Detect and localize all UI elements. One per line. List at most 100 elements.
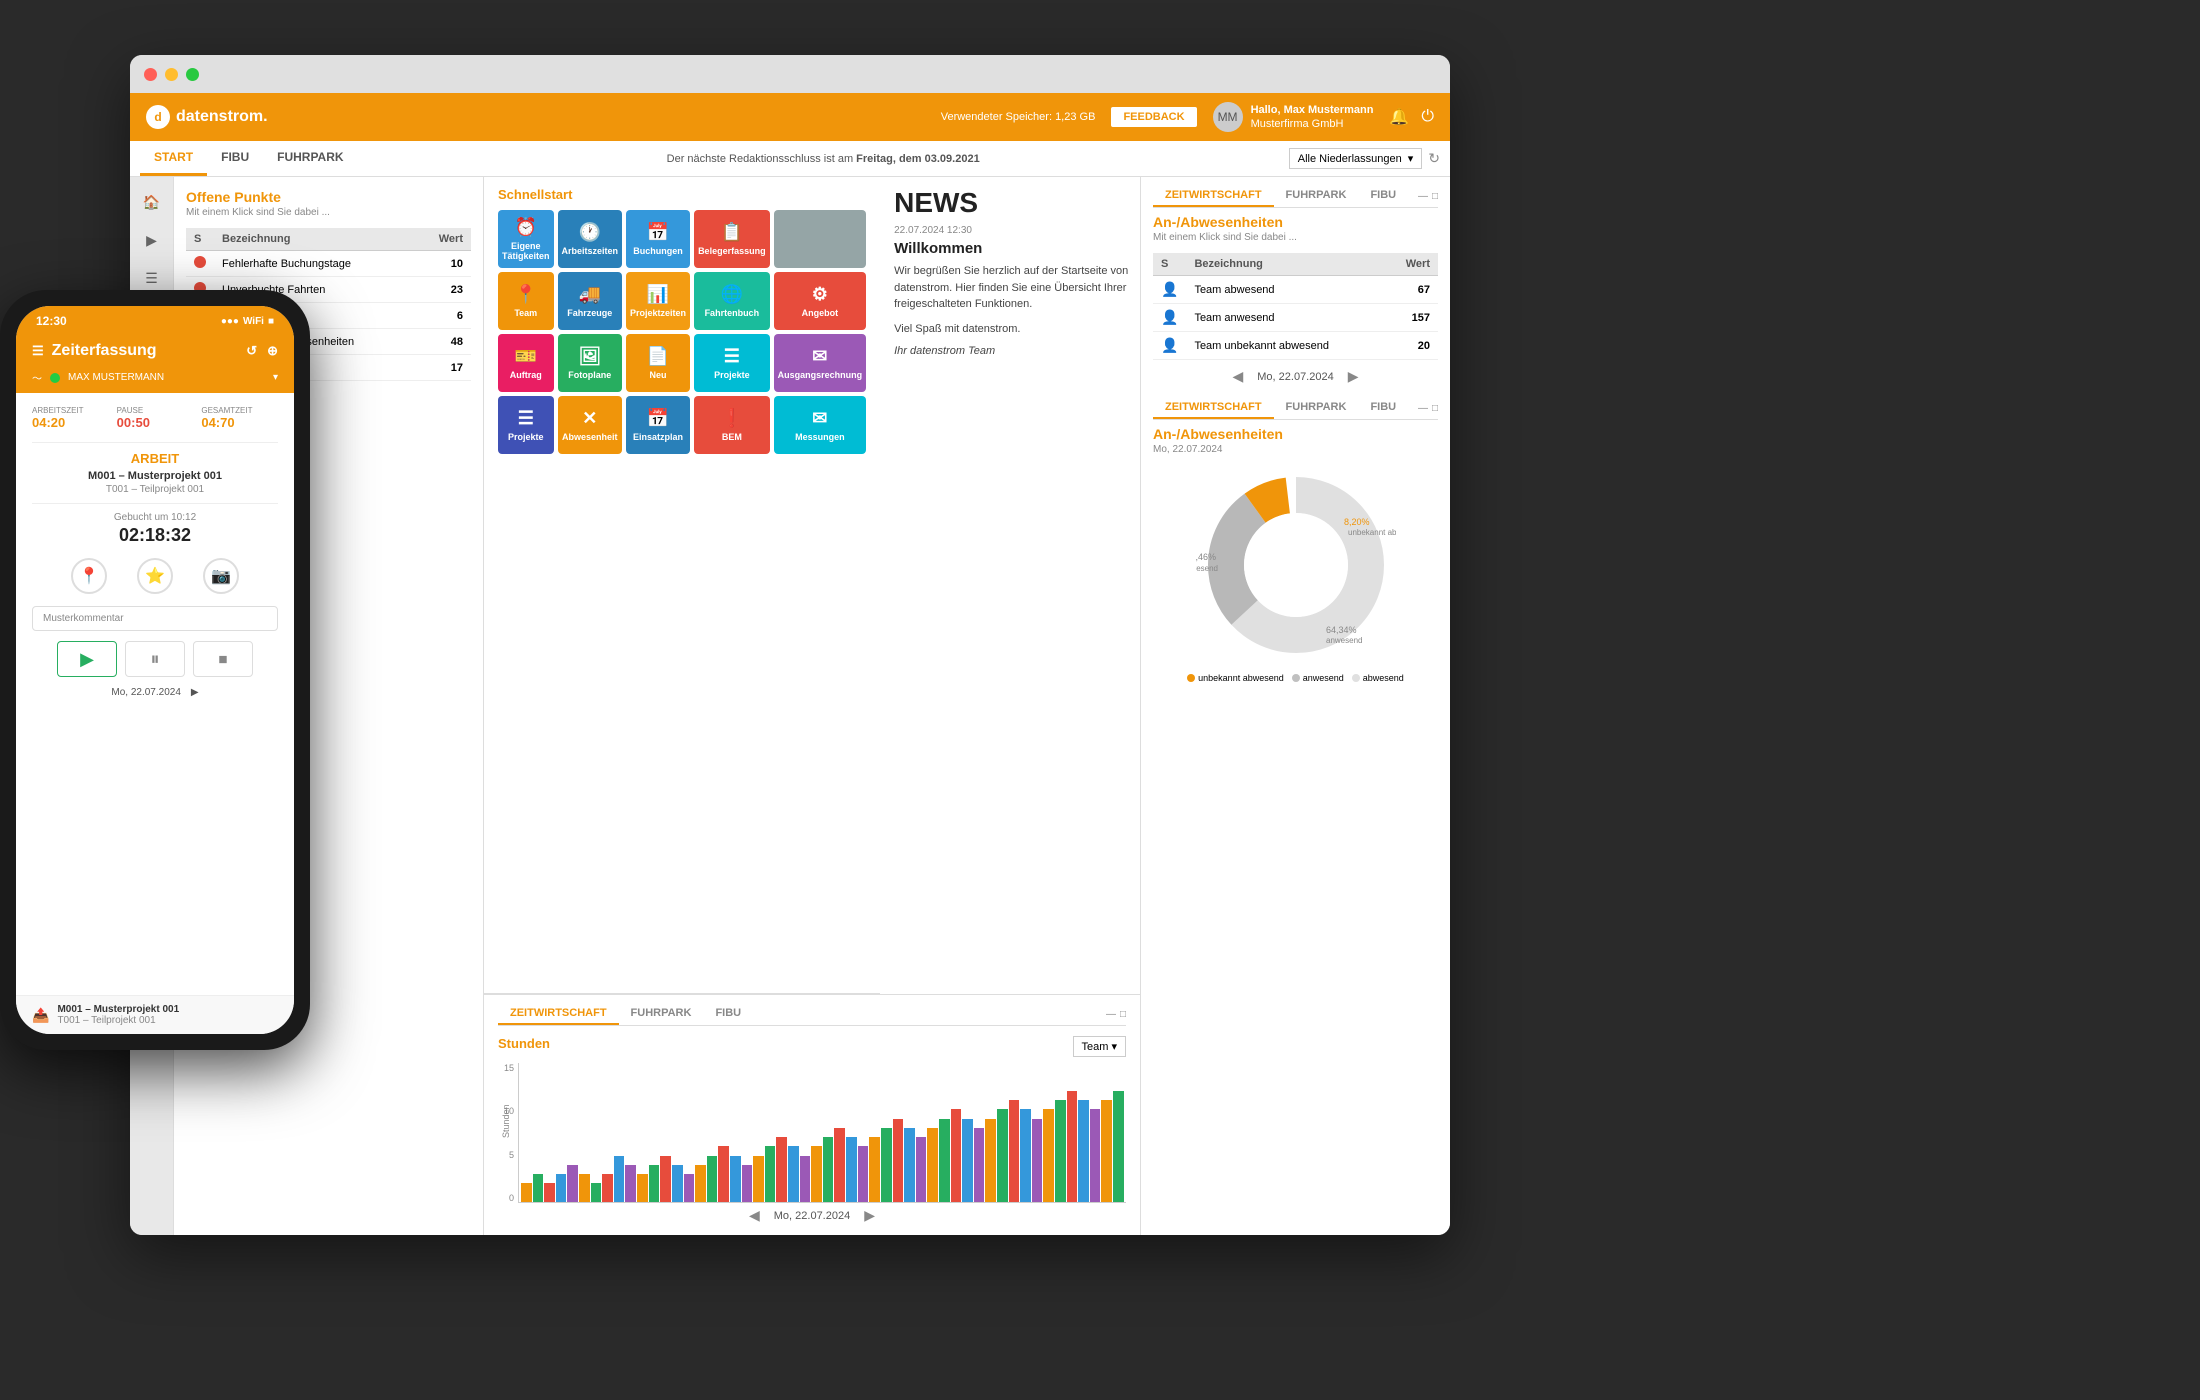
qs-item-14[interactable]: ✉Ausgangsrechnung (774, 334, 867, 392)
phone-pause-btn[interactable]: ⏸ (125, 641, 185, 677)
location-dropdown[interactable]: Alle Niederlassungen ▾ (1289, 148, 1422, 169)
chart-bar[interactable] (939, 1119, 950, 1202)
chart-bar[interactable] (823, 1137, 834, 1202)
notification-icon[interactable]: 🔔 (1389, 107, 1409, 127)
chart-bar[interactable] (869, 1137, 880, 1202)
qs-item-0[interactable]: ⏰Eigene Tätigkeiten (498, 210, 554, 268)
qs-item-1[interactable]: 🕐Arbeitszeiten (558, 210, 623, 268)
chart-bar[interactable] (788, 1146, 799, 1202)
chart-bar[interactable] (916, 1137, 927, 1202)
stunden-team-dropdown[interactable]: Team ▾ (1073, 1036, 1127, 1057)
phone-menu-icon[interactable]: ☰ (32, 343, 44, 359)
qs-item-16[interactable]: ✕Abwesenheit (558, 396, 623, 454)
sidebar-home-icon[interactable]: 🏠 (135, 185, 169, 219)
qs-item-7[interactable]: 📊Projektzeiten (626, 272, 690, 330)
chart-bar[interactable] (881, 1128, 892, 1202)
qs-item-17[interactable]: 📅Einsatzplan (626, 396, 690, 454)
qs-item-4[interactable] (774, 210, 867, 268)
nav-tab-start[interactable]: START (140, 141, 207, 176)
right-bot-tab-zw[interactable]: ZEITWIRTSCHAFT (1153, 397, 1274, 419)
nav-tab-fibu[interactable]: FIBU (207, 141, 263, 176)
chart-bar[interactable] (649, 1165, 660, 1202)
chart-bar[interactable] (811, 1146, 822, 1202)
right-bot-min[interactable]: — (1418, 403, 1428, 414)
close-button[interactable] (144, 68, 157, 81)
phone-play-btn[interactable]: ▶ (57, 641, 117, 677)
chart-bar[interactable] (614, 1156, 625, 1202)
tab-fuhrpark-stunden[interactable]: FUHRPARK (619, 1003, 704, 1025)
chart-bar[interactable] (672, 1165, 683, 1202)
chart-bar[interactable] (951, 1109, 962, 1202)
chart-bar[interactable] (533, 1174, 544, 1202)
qs-item-18[interactable]: ❗BEM (694, 396, 770, 454)
chart-bar[interactable] (1032, 1119, 1043, 1202)
right-bot-exp[interactable]: □ (1432, 403, 1438, 414)
chart-bar[interactable] (684, 1174, 695, 1202)
chart-bar[interactable] (544, 1183, 555, 1202)
qs-item-19[interactable]: ✉Messungen (774, 396, 867, 454)
minimize-button[interactable] (165, 68, 178, 81)
phone-comment-field[interactable]: Musterkommentar (32, 606, 278, 631)
qs-item-15[interactable]: ☰Projekte (498, 396, 554, 454)
phone-nav-next[interactable]: ▶ (191, 687, 199, 698)
chart-bar[interactable] (591, 1183, 602, 1202)
chart-bar[interactable] (742, 1165, 753, 1202)
chart-bar[interactable] (1067, 1091, 1078, 1202)
chart-bar[interactable] (579, 1174, 590, 1202)
nav-tab-fuhrpark[interactable]: FUHRPARK (263, 141, 357, 176)
openitems-row[interactable]: Fehlerhafte Buchungstage 10 (186, 251, 471, 277)
qs-item-6[interactable]: 🚚Fahrzeuge (558, 272, 623, 330)
chart-bar[interactable] (707, 1156, 718, 1202)
chart-bar[interactable] (1101, 1100, 1112, 1202)
right-top-min[interactable]: — (1418, 191, 1428, 202)
chart-bar[interactable] (1043, 1109, 1054, 1202)
qs-item-8[interactable]: 🌐Fahrtenbuch (694, 272, 770, 330)
right-top-prev[interactable]: ◀ (1228, 368, 1247, 385)
feedback-button[interactable]: FEEDBACK (1111, 107, 1196, 127)
tab-fibu-stunden[interactable]: FIBU (703, 1003, 753, 1025)
right-bot-tab-fh[interactable]: FUHRPARK (1274, 397, 1359, 419)
chart-bar[interactable] (660, 1156, 671, 1202)
phone-user-dropdown-icon[interactable]: ▾ (273, 372, 278, 383)
maximize-button[interactable] (186, 68, 199, 81)
chart-bar[interactable] (602, 1174, 613, 1202)
chart-bar[interactable] (730, 1156, 741, 1202)
chart-bar[interactable] (776, 1137, 787, 1202)
right-top-row[interactable]: 👤 Team unbekannt abwesend 20 (1153, 332, 1438, 360)
qs-item-9[interactable]: ⚙Angebot (774, 272, 867, 330)
right-top-row[interactable]: 👤 Team abwesend 67 (1153, 276, 1438, 304)
qs-item-13[interactable]: ☰Projekte (694, 334, 770, 392)
chart-bar[interactable] (765, 1146, 776, 1202)
power-icon[interactable]: ⏻ (1421, 108, 1434, 126)
phone-add-icon[interactable]: ⊕ (267, 343, 278, 359)
chart-bar[interactable] (521, 1183, 532, 1202)
stunden-minimize[interactable]: — (1106, 1009, 1116, 1020)
chart-bar[interactable] (1020, 1109, 1031, 1202)
chart-bar[interactable] (858, 1146, 869, 1202)
right-top-row[interactable]: 👤 Team anwesend 157 (1153, 304, 1438, 332)
sidebar-play-icon[interactable]: ▶ (135, 223, 169, 257)
phone-star-icon[interactable]: ⭐ (137, 558, 173, 594)
chart-bar[interactable] (625, 1165, 636, 1202)
chart-bar[interactable] (718, 1146, 729, 1202)
phone-refresh-icon[interactable]: ↺ (246, 343, 257, 359)
chart-bar[interactable] (1113, 1091, 1124, 1202)
phone-location-icon[interactable]: 📍 (71, 558, 107, 594)
qs-item-2[interactable]: 📅Buchungen (626, 210, 690, 268)
chart-bar[interactable] (904, 1128, 915, 1202)
chart-bar[interactable] (834, 1128, 845, 1202)
qs-item-10[interactable]: 🎫Auftrag (498, 334, 554, 392)
chart-bar[interactable] (637, 1174, 648, 1202)
chart-bar[interactable] (974, 1128, 985, 1202)
chart-bar[interactable] (1078, 1100, 1089, 1202)
chart-bar[interactable] (1055, 1100, 1066, 1202)
stunden-expand[interactable]: □ (1120, 1009, 1126, 1020)
chart-bar[interactable] (985, 1119, 996, 1202)
tab-zeitwirtschaft-stunden[interactable]: ZEITWIRTSCHAFT (498, 1003, 619, 1025)
chart-bar[interactable] (962, 1119, 973, 1202)
chart-bar[interactable] (695, 1165, 706, 1202)
qs-item-12[interactable]: 📄Neu (626, 334, 690, 392)
phone-camera-icon[interactable]: 📷 (203, 558, 239, 594)
right-tab-fuhrpark[interactable]: FUHRPARK (1274, 185, 1359, 207)
qs-item-5[interactable]: 📍Team (498, 272, 554, 330)
